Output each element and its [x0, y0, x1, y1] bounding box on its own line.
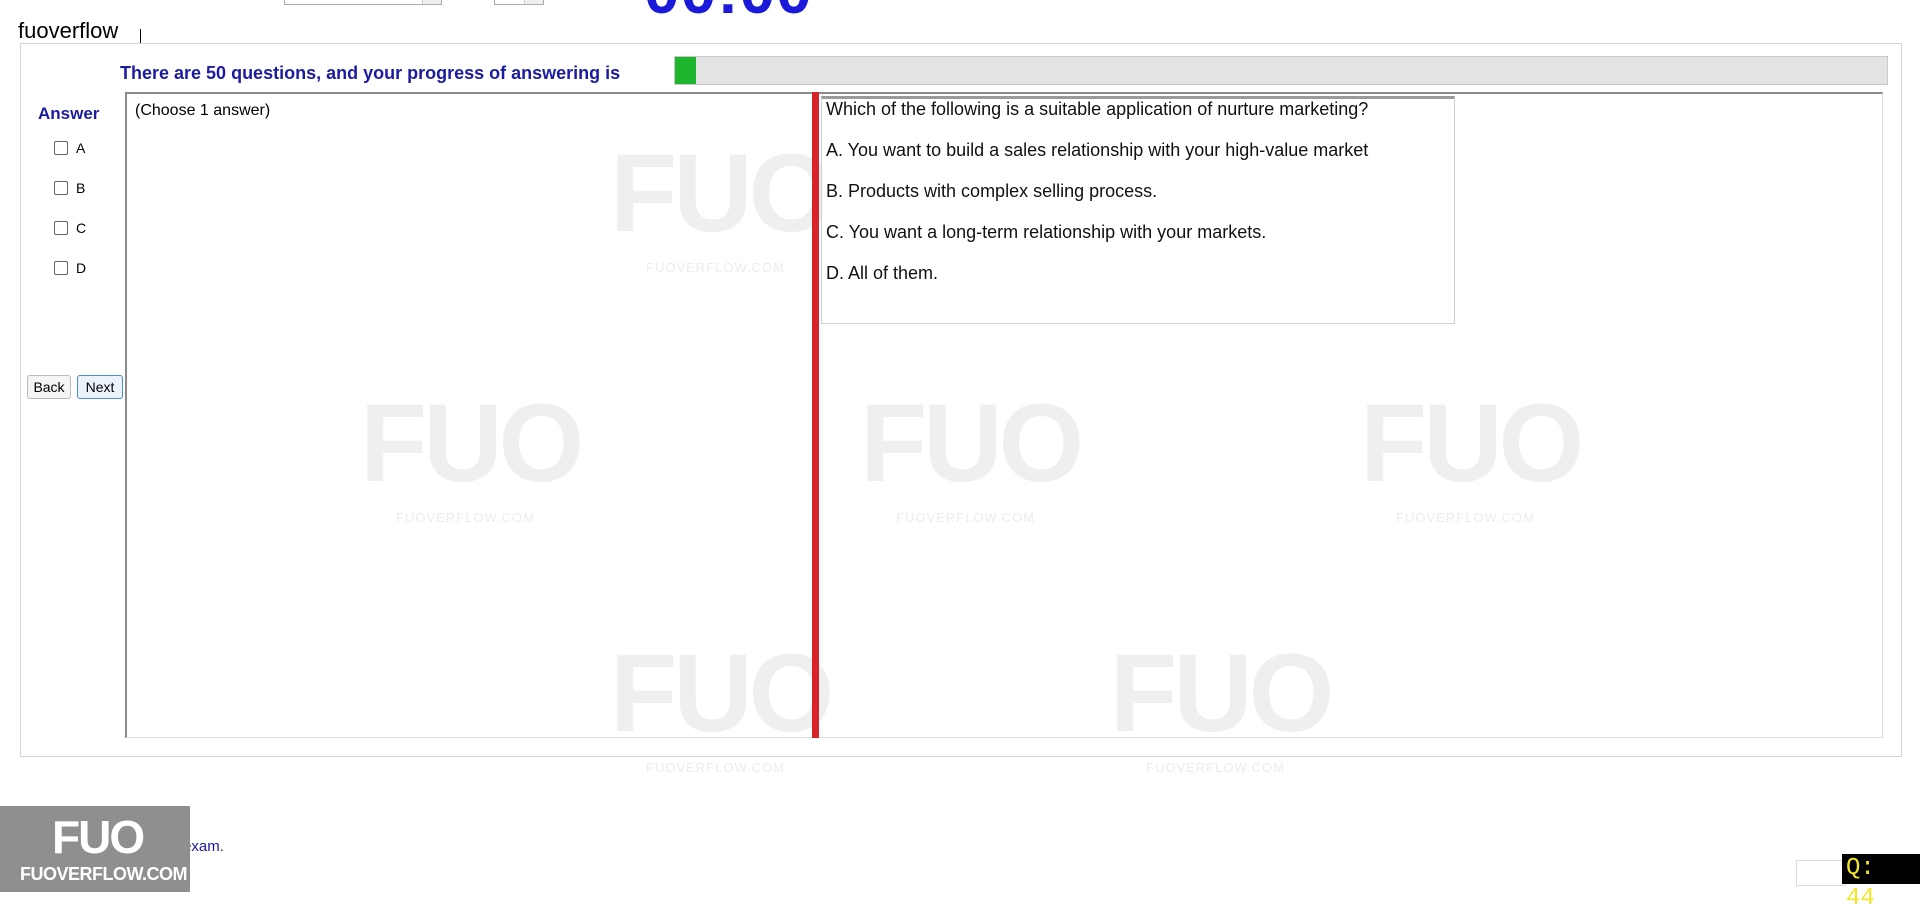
logo-site: FUOVERFLOW.COM — [20, 864, 188, 884]
dropdown-arrow-icon — [422, 0, 441, 4]
watermark-site: FUOVERFLOW.COM — [1146, 760, 1285, 775]
answer-pane — [125, 92, 812, 738]
checkbox[interactable] — [54, 181, 68, 195]
answer-option-b[interactable]: B — [54, 180, 85, 196]
back-button[interactable]: Back — [27, 375, 71, 399]
choice-a: A. You want to build a sales relationshi… — [826, 140, 1369, 160]
choice-b: B. Products with complex selling process… — [826, 181, 1158, 201]
top-dropdown[interactable] — [284, 0, 442, 5]
checkbox[interactable] — [54, 141, 68, 155]
choose-instruction: (Choose 1 answer) — [135, 102, 271, 119]
choice-c: C. You want a long-term relationship wit… — [826, 222, 1267, 242]
pane-splitter[interactable] — [812, 92, 819, 738]
top-font-dropdown[interactable] — [494, 0, 544, 5]
logo-mark: FUO — [52, 811, 145, 863]
question-text: Which of the following is a suitable app… — [826, 99, 1369, 119]
checkbox[interactable] — [54, 221, 68, 235]
option-label: B — [76, 180, 86, 196]
option-label: D — [76, 260, 87, 276]
answer-option-c[interactable]: C — [54, 220, 86, 236]
fuo-logo: FUO FUOVERFLOW.COM — [0, 806, 190, 892]
progress-bar — [674, 56, 1888, 85]
status-box — [1796, 860, 1846, 886]
next-button[interactable]: Next — [77, 375, 123, 399]
question-counter: Q: 44 — [1842, 854, 1920, 912]
watermark-site: FUOVERFLOW.COM — [646, 760, 785, 775]
progress-label: There are 50 questions, and your progres… — [120, 63, 621, 83]
dropdown-arrow-icon — [524, 0, 543, 4]
progress-fill — [675, 57, 696, 84]
answer-title: Answer — [38, 104, 100, 123]
exam-timer: 00:00 — [644, 0, 813, 28]
option-label: A — [76, 140, 86, 156]
checkbox[interactable] — [54, 261, 68, 275]
option-label: C — [76, 220, 87, 236]
answer-option-a[interactable]: A — [54, 140, 85, 156]
brand-label: fuoverflow — [18, 18, 119, 43]
choice-d: D. All of them. — [826, 263, 939, 283]
question-box — [821, 96, 1455, 324]
answer-option-d[interactable]: D — [54, 260, 86, 276]
